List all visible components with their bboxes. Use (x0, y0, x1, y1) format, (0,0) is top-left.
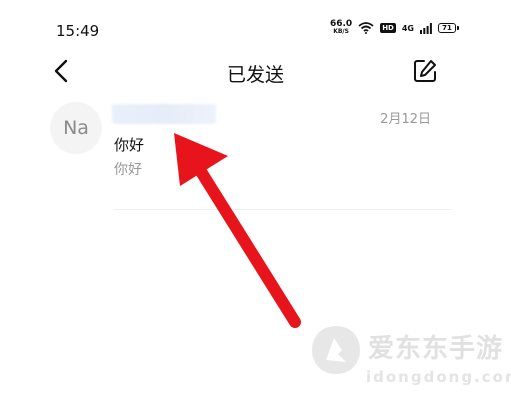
watermark: 爱东东手游 idongdong.com (302, 316, 511, 396)
network-speed-unit: KB/S (333, 28, 349, 35)
status-icons: 66.0 KB/S HD 4G 71 (330, 20, 459, 36)
wifi-icon (358, 22, 374, 34)
signal-icon (420, 22, 432, 34)
list-divider (114, 209, 452, 210)
message-list-item[interactable]: Na 2月12日 你好 你好 (0, 98, 511, 210)
edit-icon (414, 60, 436, 82)
network-type-label: 4G (401, 23, 414, 33)
header: 已发送 (0, 48, 511, 96)
battery-icon: 71 (438, 23, 459, 33)
screen: 15:49 66.0 KB/S HD 4G 71 已发送 Na 2月12日 你好… (0, 0, 511, 410)
watermark-url: idongdong.com (366, 368, 511, 386)
message-date: 2月12日 (380, 112, 431, 127)
battery-level: 71 (438, 23, 456, 33)
message-preview: 你好 (114, 162, 142, 178)
network-speed: 66.0 KB/S (330, 20, 352, 36)
message-subject: 你好 (114, 136, 145, 154)
network-speed-value: 66.0 (329, 19, 353, 29)
battery-tip (457, 26, 459, 30)
watermark-brand: 爱东东手游 (368, 334, 504, 364)
watermark-logo-icon (312, 326, 360, 374)
hd-badge: HD (380, 23, 396, 33)
avatar: Na (50, 102, 102, 154)
status-bar: 15:49 66.0 KB/S HD 4G 71 (0, 0, 511, 44)
compose-button[interactable] (412, 58, 438, 84)
contact-name-redacted (112, 104, 216, 124)
status-time: 15:49 (56, 22, 100, 40)
